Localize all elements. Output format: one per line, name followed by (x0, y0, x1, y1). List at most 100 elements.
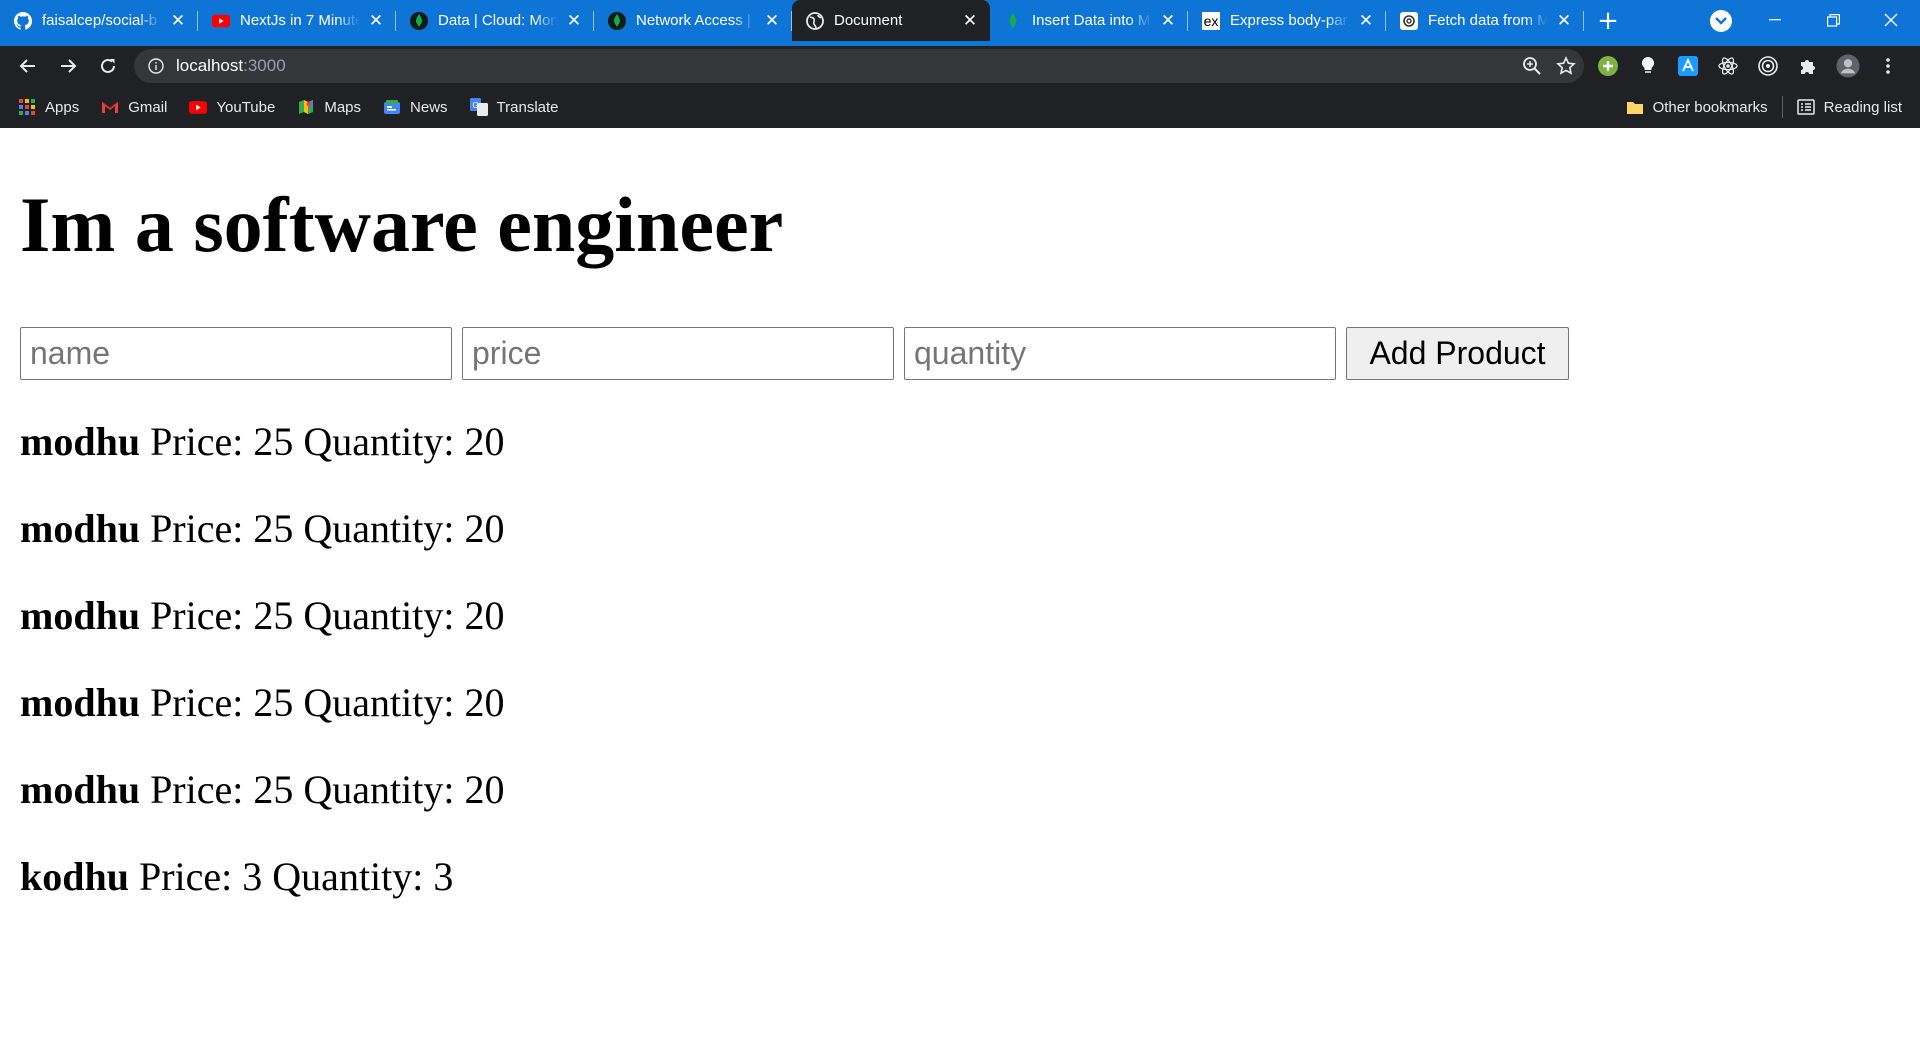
list-item: kodhu Price: 3 Quantity: 3 (20, 853, 514, 940)
close-icon[interactable]: ✕ (1158, 11, 1178, 31)
add-product-form: Add Product (20, 327, 1569, 380)
close-icon[interactable]: ✕ (564, 11, 584, 31)
extensions-area (1596, 46, 1900, 86)
add-product-button[interactable]: Add Product (1346, 327, 1569, 380)
profile-avatar-icon[interactable] (1836, 54, 1860, 78)
close-icon[interactable]: ✕ (1356, 11, 1376, 31)
browser-toolbar: localhost:3000 (0, 46, 1920, 86)
product-price: 25 (253, 419, 294, 464)
bookmark-label: Maps (324, 98, 362, 116)
tab-list: faisalcep/social-b ✕ NextJs in 7 Minute … (0, 0, 1626, 41)
product-quantity: 20 (464, 593, 505, 638)
translate-icon: G (469, 98, 488, 116)
product-list: modhu Price: 25 Quantity: 20 modhu Price… (20, 418, 514, 940)
other-bookmarks[interactable]: Other bookmarks (1626, 93, 1768, 121)
openai-icon (1400, 11, 1418, 30)
product-name: modhu (20, 767, 141, 812)
product-quantity: 20 (464, 419, 505, 464)
product-price: 25 (253, 767, 294, 812)
bookmark-youtube[interactable]: YouTube (189, 93, 275, 121)
target-extension-icon[interactable] (1756, 54, 1780, 78)
lightbulb-extension-icon[interactable] (1636, 54, 1660, 78)
name-input[interactable] (20, 327, 452, 380)
url-host: localhost (176, 56, 244, 75)
tab-express-body-parser[interactable]: ex Express body-par ✕ (1188, 0, 1386, 41)
close-icon[interactable]: ✕ (762, 11, 782, 31)
window-controls (1746, 0, 1920, 40)
tab-title: Document (834, 12, 903, 29)
window-close-icon[interactable] (1862, 0, 1920, 40)
chrome-menu-icon[interactable] (1876, 54, 1900, 78)
tab-youtube[interactable]: NextJs in 7 Minute ✕ (198, 0, 396, 41)
bookmark-label: YouTube (216, 98, 276, 116)
reading-list-label: Reading list (1823, 98, 1902, 116)
site-info-icon[interactable] (148, 58, 164, 74)
maps-icon (297, 98, 315, 116)
list-item: modhu Price: 25 Quantity: 20 (20, 766, 514, 853)
green-plus-extension-icon[interactable] (1596, 54, 1620, 78)
close-icon[interactable]: ✕ (168, 11, 188, 31)
reading-list-icon (1796, 98, 1815, 116)
folder-icon (1626, 98, 1644, 116)
product-name: kodhu (20, 854, 129, 899)
product-name: modhu (20, 593, 141, 638)
tab-mongodb-data[interactable]: Data | Cloud: Mon ✕ (396, 0, 594, 41)
price-label: Price: (150, 506, 244, 551)
product-price: 25 (253, 506, 294, 551)
puzzle-extensions-icon[interactable] (1796, 54, 1820, 78)
mongodb-leaf-icon (1004, 12, 1022, 30)
new-tab-button[interactable]: + (1590, 0, 1626, 41)
forward-arrow-icon[interactable] (48, 46, 88, 86)
product-name: modhu (20, 680, 141, 725)
product-price: 25 (253, 593, 294, 638)
close-icon[interactable]: ✕ (366, 11, 386, 31)
bookmark-label: News (410, 98, 448, 116)
reload-icon[interactable] (88, 46, 128, 86)
restore-icon[interactable] (1804, 0, 1862, 40)
news-icon (383, 98, 401, 116)
translate-extension-icon[interactable] (1676, 54, 1700, 78)
tab-network-access[interactable]: Network Access | ✕ (594, 0, 792, 41)
bookmark-translate[interactable]: G Translate (469, 93, 559, 121)
zoom-icon[interactable] (1522, 56, 1542, 76)
list-item: modhu Price: 25 Quantity: 20 (20, 592, 514, 679)
bookmark-maps[interactable]: Maps (297, 93, 361, 121)
tab-document-active[interactable]: Document ✕ (792, 0, 990, 41)
tab-search-icon[interactable] (1710, 10, 1732, 32)
quantity-input[interactable] (904, 327, 1336, 380)
close-icon[interactable]: ✕ (960, 11, 980, 31)
quantity-label: Quantity: (303, 506, 455, 551)
bookmark-news[interactable]: News (383, 93, 448, 121)
minimize-icon[interactable] (1746, 0, 1804, 40)
product-price: 3 (242, 854, 263, 899)
bookmark-apps[interactable]: Apps (18, 93, 79, 121)
react-devtools-icon[interactable] (1716, 54, 1740, 78)
bookmark-label: Apps (45, 98, 80, 116)
tab-title: Insert Data into M (1032, 12, 1151, 29)
price-input[interactable] (462, 327, 894, 380)
mongodb-leaf-icon (608, 11, 626, 30)
bookmark-label: Translate (496, 98, 559, 116)
product-quantity: 20 (464, 767, 505, 812)
tab-insert-data[interactable]: Insert Data into M ✕ (990, 0, 1188, 41)
tab-fetch-data[interactable]: Fetch data from M ✕ (1386, 0, 1584, 41)
tab-title: Fetch data from M (1428, 12, 1548, 29)
quantity-label: Quantity: (272, 854, 424, 899)
bookmark-gmail[interactable]: Gmail (101, 93, 167, 121)
url-port: :3000 (243, 56, 286, 75)
close-icon[interactable]: ✕ (1554, 11, 1574, 31)
quantity-label: Quantity: (303, 680, 455, 725)
bookmark-star-icon[interactable] (1556, 56, 1576, 76)
tab-title: faisalcep/social-b (42, 12, 158, 29)
address-bar[interactable]: localhost:3000 (134, 49, 1584, 83)
tab-github[interactable]: faisalcep/social-b ✕ (0, 0, 198, 41)
page-content: Im a software engineer Add Product modhu… (0, 128, 1920, 1050)
back-arrow-icon[interactable] (8, 46, 48, 86)
omnibox-actions (1522, 49, 1576, 83)
quantity-label: Quantity: (303, 593, 455, 638)
bookmarks-divider (1781, 96, 1783, 118)
bookmarks-bar-right: Other bookmarks Reading list (1626, 86, 1902, 128)
tab-title: NextJs in 7 Minute (240, 12, 360, 29)
reading-list[interactable]: Reading list (1796, 93, 1902, 121)
youtube-icon (189, 98, 208, 116)
